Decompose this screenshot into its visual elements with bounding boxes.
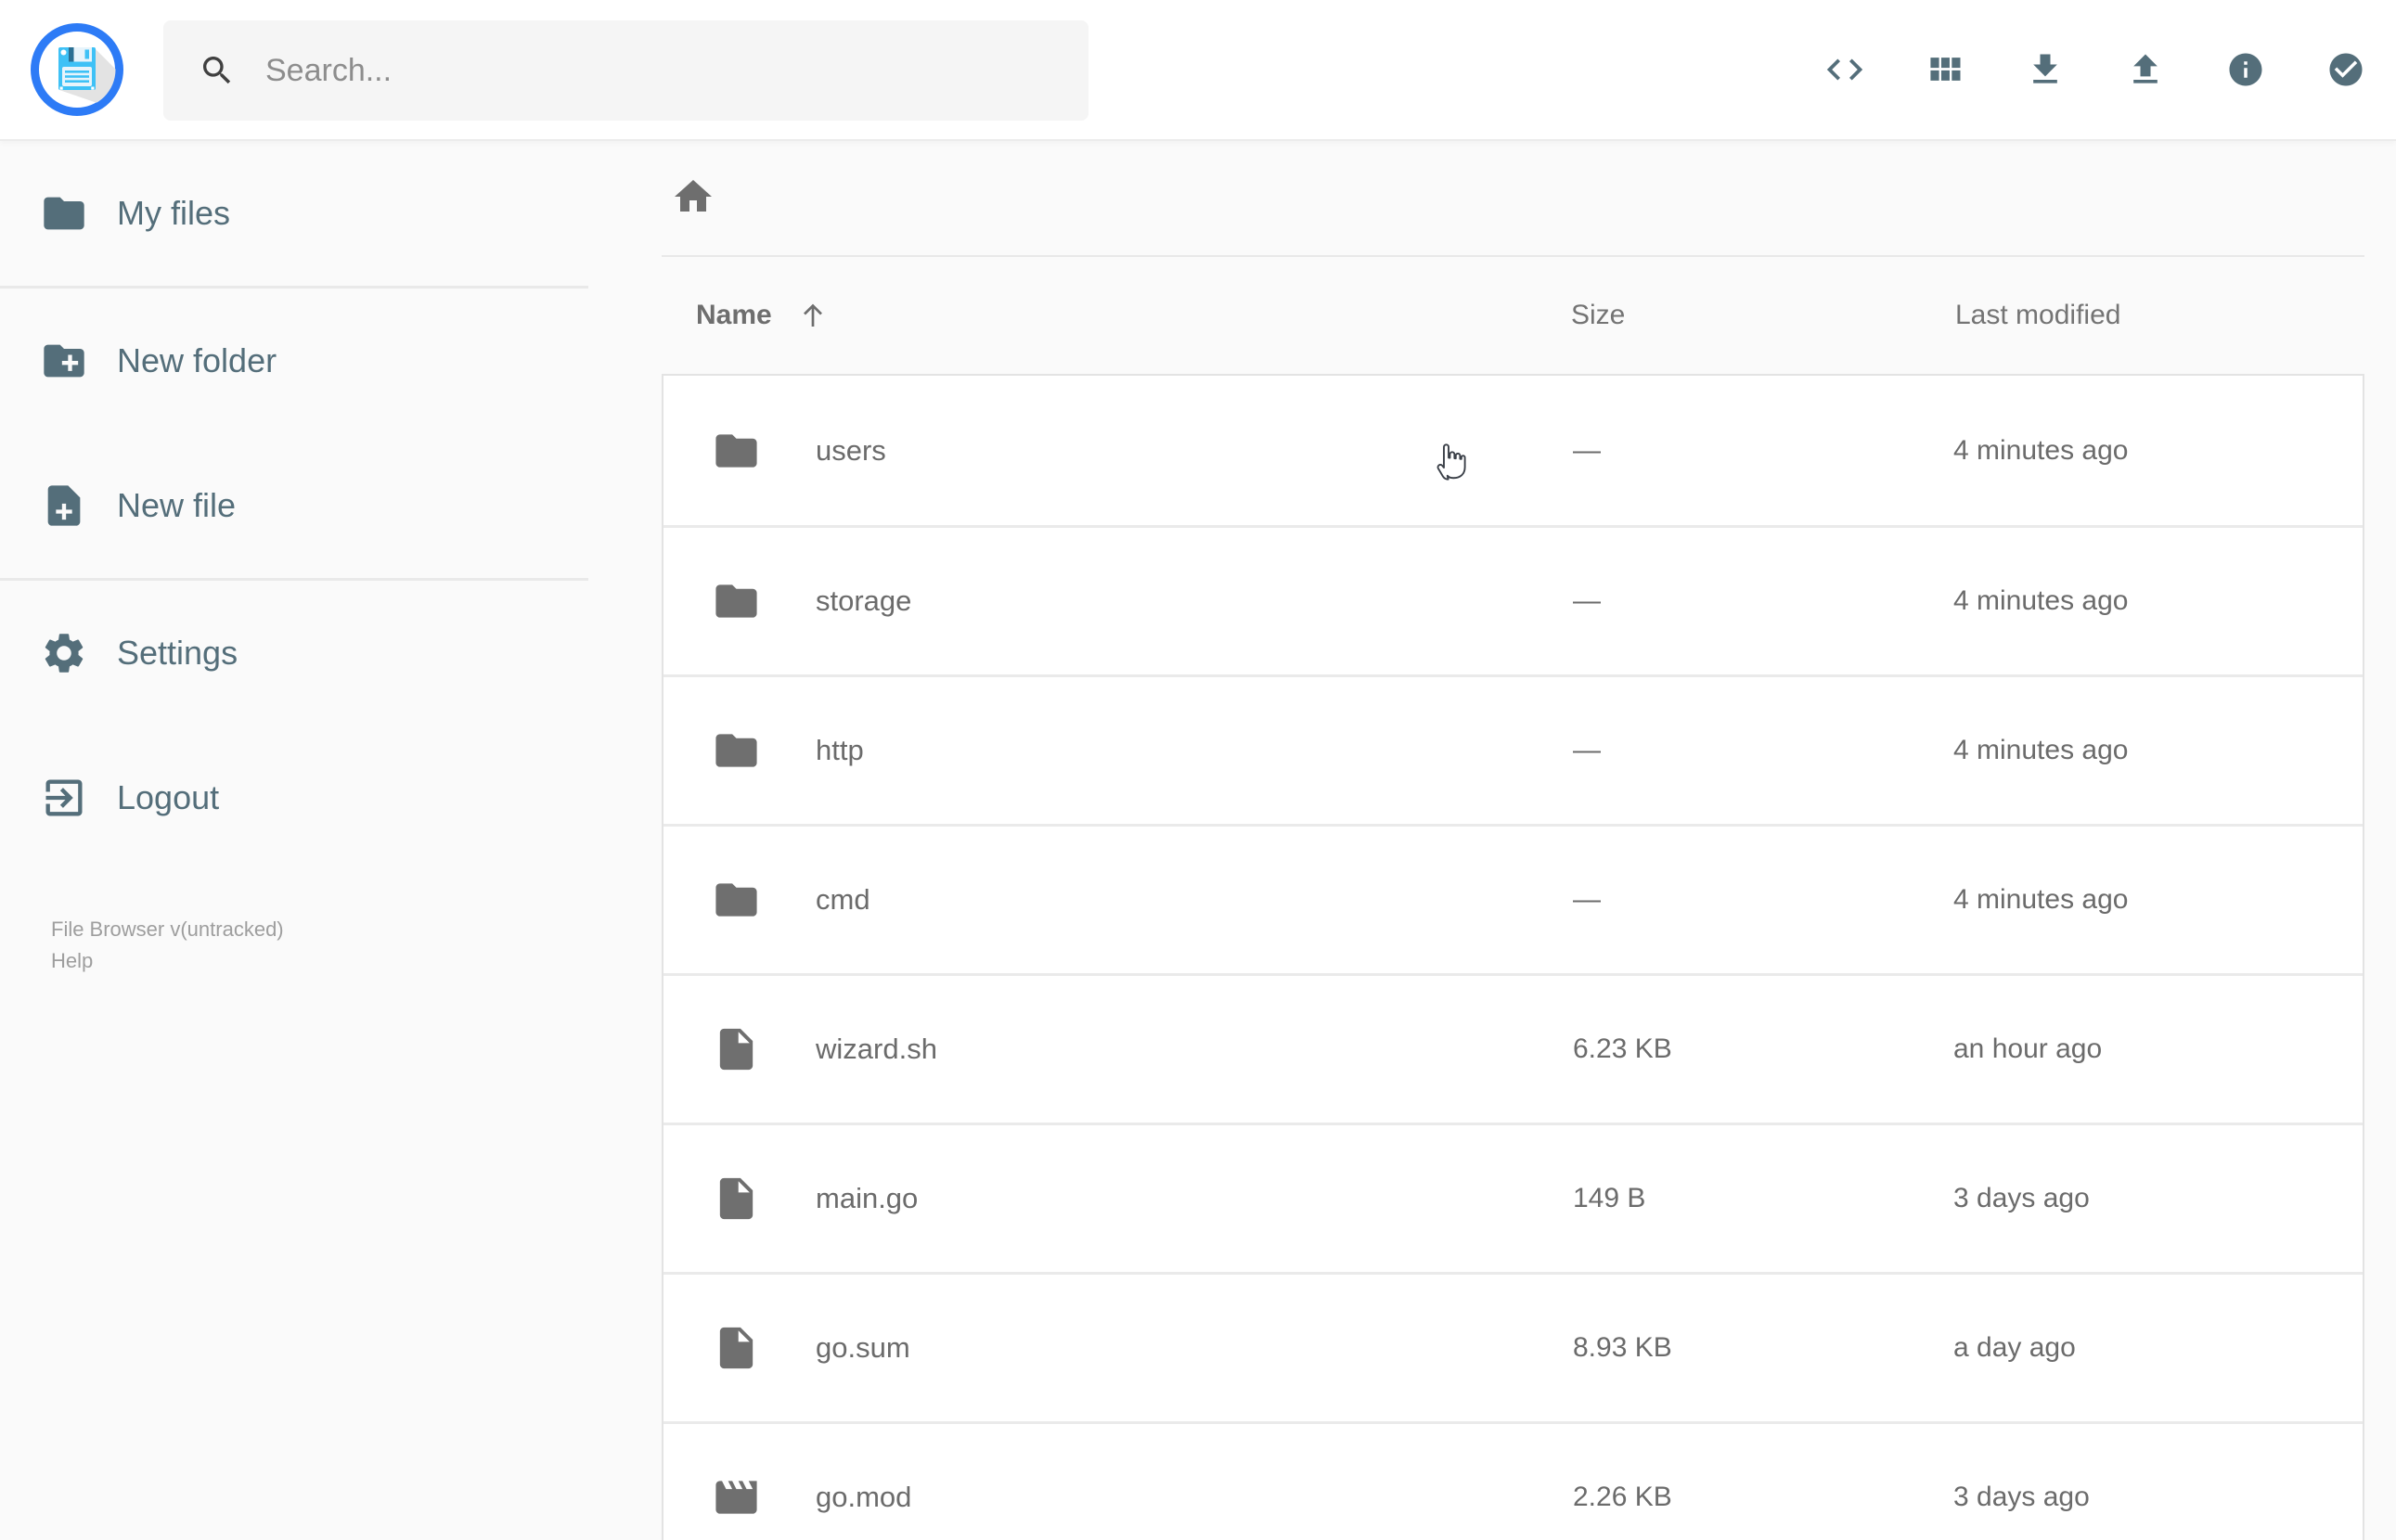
listing-column-headers: Name Size Last modified	[588, 257, 2396, 374]
file-row-users[interactable]: users — 4 minutes ago	[663, 376, 2363, 525]
file-icon	[712, 1174, 761, 1224]
file-icon	[712, 1324, 761, 1373]
sidebar-item-label: Logout	[117, 778, 220, 816]
file-name: cmd	[816, 883, 870, 916]
file-row-go-mod[interactable]: go.mod 2.26 KB 3 days ago	[663, 1421, 2363, 1540]
file-size: 8.93 KB	[1573, 1332, 1672, 1363]
file-modified: 4 minutes ago	[1953, 434, 2129, 466]
file-name: go.sum	[816, 1331, 910, 1364]
gear-icon	[40, 629, 88, 677]
header-actions	[1795, 0, 2396, 141]
note-add-icon	[40, 481, 88, 530]
file-name: users	[816, 433, 886, 467]
sidebar-item-settings[interactable]: Settings	[0, 581, 588, 725]
floppy-disk-icon	[31, 23, 123, 116]
file-name: main.go	[816, 1182, 919, 1214]
sidebar-item-new-file[interactable]: New file	[0, 433, 588, 578]
home-icon	[671, 174, 715, 222]
file-modified: an hour ago	[1953, 1033, 2103, 1064]
home-breadcrumb-button[interactable]	[671, 174, 715, 222]
file-size: 2.26 KB	[1573, 1482, 1672, 1512]
folder-icon	[712, 577, 761, 626]
sidebar-item-my-files[interactable]: My files	[0, 141, 588, 286]
download-button[interactable]	[1995, 0, 2095, 141]
upload-icon	[2125, 49, 2166, 93]
search-input[interactable]	[265, 52, 1026, 89]
sidebar-item-label: New file	[117, 486, 237, 524]
file-modified: 4 minutes ago	[1953, 884, 2129, 915]
column-label-modified: Last modified	[1955, 300, 2121, 330]
file-listing-area: Name Size Last modified users — 4 minute…	[588, 141, 2396, 1540]
column-label-name: Name	[696, 300, 772, 330]
file-modified: a day ago	[1953, 1332, 2076, 1363]
code-view-button[interactable]	[1795, 0, 1895, 141]
info-icon	[2226, 50, 2265, 92]
file-modified: 3 days ago	[1953, 1183, 2090, 1213]
sidebar-item-label: My files	[117, 194, 231, 232]
file-row-go-sum[interactable]: go.sum 8.93 KB a day ago	[663, 1272, 2363, 1421]
search-icon	[199, 52, 236, 89]
file-row-http[interactable]: http — 4 minutes ago	[663, 674, 2363, 824]
sidebar-credits: File Browser v(untracked) Help	[51, 914, 284, 977]
version-link[interactable]: File Browser v(untracked)	[51, 914, 284, 945]
folder-icon	[712, 876, 761, 925]
file-name: wizard.sh	[816, 1033, 937, 1065]
info-button[interactable]	[2196, 0, 2296, 141]
grid-view-button[interactable]	[1895, 0, 1995, 141]
sort-by-name-header[interactable]: Name	[696, 257, 830, 374]
file-name: go.mod	[816, 1481, 912, 1513]
file-size: —	[1573, 585, 1601, 616]
file-size: —	[1573, 434, 1601, 466]
sidebar-item-logout[interactable]: Logout	[0, 725, 588, 870]
upload-button[interactable]	[2095, 0, 2196, 141]
sidebar: My files New folder New file Settings Lo…	[0, 141, 588, 1540]
file-modified: 4 minutes ago	[1953, 735, 2129, 765]
create-new-folder-icon	[40, 337, 88, 385]
sort-by-size-header[interactable]: Size	[1571, 257, 1625, 374]
sort-by-modified-header[interactable]: Last modified	[1955, 257, 2120, 374]
breadcrumb	[662, 141, 2364, 257]
file-browser-logo	[31, 23, 123, 116]
select-multiple-button[interactable]	[2296, 0, 2396, 141]
file-size: 149 B	[1573, 1183, 1646, 1213]
check-circle-icon	[2326, 50, 2365, 92]
file-row-main-go[interactable]: main.go 149 B 3 days ago	[663, 1123, 2363, 1272]
folder-icon	[712, 426, 761, 475]
logout-icon	[40, 774, 88, 822]
file-icon	[712, 1025, 761, 1074]
app-header	[0, 0, 2396, 141]
movie-icon	[712, 1473, 761, 1522]
file-name: http	[816, 734, 864, 766]
search-bar[interactable]	[163, 20, 1089, 121]
folder-icon	[712, 726, 761, 776]
download-icon	[2025, 49, 2066, 93]
file-name: storage	[816, 584, 912, 617]
sidebar-item-label: Settings	[117, 634, 238, 672]
file-modified: 3 days ago	[1953, 1482, 2090, 1512]
file-size: 6.23 KB	[1573, 1033, 1672, 1064]
help-link[interactable]: Help	[51, 945, 284, 977]
file-row-storage[interactable]: storage — 4 minutes ago	[663, 525, 2363, 674]
file-size: —	[1573, 735, 1601, 765]
grid-view-icon	[1925, 49, 1965, 93]
file-row-cmd[interactable]: cmd — 4 minutes ago	[663, 824, 2363, 973]
file-list: users — 4 minutes ago storage — 4 minute…	[662, 374, 2364, 1540]
sidebar-item-new-folder[interactable]: New folder	[0, 289, 588, 433]
code-icon	[1823, 48, 1866, 94]
folder-icon	[40, 189, 88, 237]
sidebar-item-label: New folder	[117, 341, 277, 379]
column-label-size: Size	[1571, 300, 1626, 330]
file-modified: 4 minutes ago	[1953, 585, 2129, 616]
arrow-up-icon	[796, 299, 830, 332]
file-size: —	[1573, 884, 1601, 915]
file-row-wizard-sh[interactable]: wizard.sh 6.23 KB an hour ago	[663, 973, 2363, 1123]
